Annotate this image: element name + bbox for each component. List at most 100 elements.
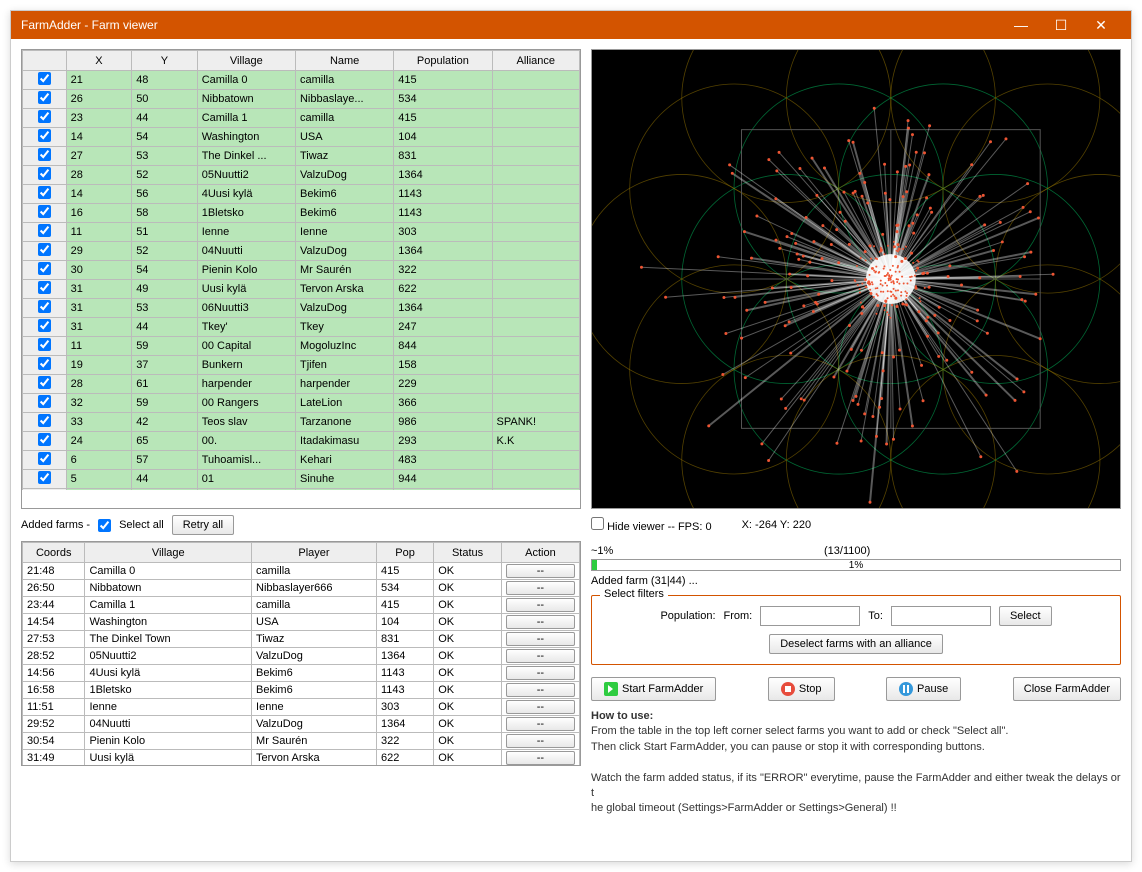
row-checkbox[interactable] [38,414,51,427]
table-row[interactable]: 1454WashingtonUSA104 [23,128,580,147]
row-checkbox[interactable] [38,243,51,256]
row-checkbox[interactable] [38,110,51,123]
row-checkbox[interactable] [38,471,51,484]
table-row[interactable]: 2650NibbatownNibbaslaye...534 [23,90,580,109]
row-checkbox[interactable] [38,452,51,465]
table-row[interactable]: 285205Nuutti2ValzuDog1364 [23,166,580,185]
table-row[interactable]: 315306Nuutti3ValzuDog1364 [23,299,580,318]
hide-viewer-checkbox[interactable] [591,517,604,530]
table-row[interactable]: 29:5204NuuttiValzuDog1364OK-- [23,716,580,733]
table-row[interactable]: 2861harpenderharpender229 [23,375,580,394]
row-checkbox[interactable] [38,357,51,370]
table-row[interactable]: 3054Pienin KoloMr Saurén322 [23,261,580,280]
table-row[interactable]: 3144Tkey'Tkey247 [23,318,580,337]
table-row[interactable]: 23:44Camilla 1camilla415OK-- [23,597,580,614]
table-row[interactable]: 2753The Dinkel ...Tiwaz831 [23,147,580,166]
deselect-alliance-button[interactable]: Deselect farms with an alliance [769,634,943,654]
row-checkbox[interactable] [38,376,51,389]
row-checkbox[interactable] [38,319,51,332]
table-row[interactable]: 14:564Uusi kyläBekim61143OK-- [23,665,580,682]
retry-all-button[interactable]: Retry all [172,515,234,535]
col-header[interactable]: Coords [23,543,85,563]
col-header[interactable]: Village [197,51,295,71]
row-checkbox[interactable] [38,205,51,218]
table-row[interactable]: 1151IenneIenne303 [23,223,580,242]
action-button[interactable]: -- [506,717,575,731]
table-row[interactable]: 1937BunkernTjifen158 [23,356,580,375]
col-header[interactable] [23,51,67,71]
table-row[interactable]: 26:50NibbatownNibbaslayer666534OK-- [23,580,580,597]
stop-button[interactable]: Stop [768,677,835,701]
table-row[interactable]: 14564Uusi kyläBekim61143 [23,185,580,204]
minimize-button[interactable]: — [1001,11,1041,39]
table-row[interactable]: 246500.Itadakimasu293K.K [23,432,580,451]
action-button[interactable]: -- [506,615,575,629]
table-row[interactable]: 28:5205Nuutti2ValzuDog1364OK-- [23,648,580,665]
table-row[interactable]: 11:51IenneIenne303OK-- [23,699,580,716]
col-header[interactable]: Pop [376,543,433,563]
maximize-button[interactable]: ☐ [1041,11,1081,39]
action-button[interactable]: -- [506,649,575,663]
table-row[interactable]: 295204NuuttiValzuDog1364 [23,242,580,261]
table-row[interactable]: 30:54Pienin KoloMr Saurén322OK-- [23,733,580,750]
table-row[interactable]: 16:581BletskoBekim61143OK-- [23,682,580,699]
table-row[interactable]: 2148Camilla 0camilla415 [23,71,580,90]
col-header[interactable]: Status [434,543,502,563]
close-farmadder-button[interactable]: Close FarmAdder [1013,677,1121,701]
table-row[interactable]: 16581BletskoBekim61143 [23,204,580,223]
table-row[interactable]: 115900 CapitalMogoluzInc844 [23,337,580,356]
select-filter-button[interactable]: Select [999,606,1052,626]
population-from-input[interactable] [760,606,860,626]
action-button[interactable]: -- [506,666,575,680]
action-button[interactable]: -- [506,751,575,765]
row-checkbox[interactable] [38,433,51,446]
col-header[interactable]: Player [252,543,377,563]
table-row[interactable]: 3342Teos slavTarzanone986SPANK! [23,413,580,432]
row-checkbox[interactable] [38,167,51,180]
pause-button[interactable]: Pause [886,677,961,701]
added-farms-table[interactable]: CoordsVillagePlayerPopStatusAction 21:48… [22,542,580,766]
table-row[interactable]: 657Tuhoamisl...Kehari483 [23,451,580,470]
table-row[interactable]: 2865Mr BunnyNennilicious422 [23,489,580,491]
table-row[interactable]: 14:54WashingtonUSA104OK-- [23,614,580,631]
row-checkbox[interactable] [38,91,51,104]
table-row[interactable]: 2344Camilla 1camilla415 [23,109,580,128]
close-button[interactable]: ✕ [1081,11,1121,39]
farms-table[interactable]: XYVillageNamePopulationAlliance 2148Cami… [22,50,580,490]
select-all-checkbox[interactable] [98,519,111,532]
col-header[interactable]: Population [394,51,492,71]
table-row[interactable]: 325900 RangersLateLion366 [23,394,580,413]
col-header[interactable]: Action [501,543,579,563]
row-checkbox[interactable] [38,186,51,199]
table-row[interactable]: 31:49Uusi kyläTervon Arska622OK-- [23,750,580,767]
col-header[interactable]: X [66,51,132,71]
col-header[interactable]: Y [132,51,198,71]
row-checkbox[interactable] [38,129,51,142]
row-checkbox[interactable] [38,72,51,85]
col-header[interactable]: Name [295,51,393,71]
map-viewer[interactable] [591,49,1121,509]
action-button[interactable]: -- [506,581,575,595]
farms-table-scroll[interactable]: XYVillageNamePopulationAlliance 2148Cami… [22,50,580,490]
action-button[interactable]: -- [506,734,575,748]
table-row[interactable]: 27:53The Dinkel TownTiwaz831OK-- [23,631,580,648]
row-checkbox[interactable] [38,148,51,161]
action-button[interactable]: -- [506,683,575,697]
start-farmadder-button[interactable]: Start FarmAdder [591,677,716,701]
action-button[interactable]: -- [506,564,575,578]
table-row[interactable]: 54401Sinuhe944 [23,470,580,489]
table-row[interactable]: 21:48Camilla 0camilla415OK-- [23,563,580,580]
population-to-input[interactable] [891,606,991,626]
table-row[interactable]: 3149Uusi kyläTervon Arska622 [23,280,580,299]
action-button[interactable]: -- [506,598,575,612]
row-checkbox[interactable] [38,224,51,237]
action-button[interactable]: -- [506,700,575,714]
action-button[interactable]: -- [506,632,575,646]
row-checkbox[interactable] [38,300,51,313]
col-header[interactable]: Village [85,543,252,563]
col-header[interactable]: Alliance [492,51,579,71]
row-checkbox[interactable] [38,262,51,275]
row-checkbox[interactable] [38,395,51,408]
row-checkbox[interactable] [38,281,51,294]
row-checkbox[interactable] [38,338,51,351]
